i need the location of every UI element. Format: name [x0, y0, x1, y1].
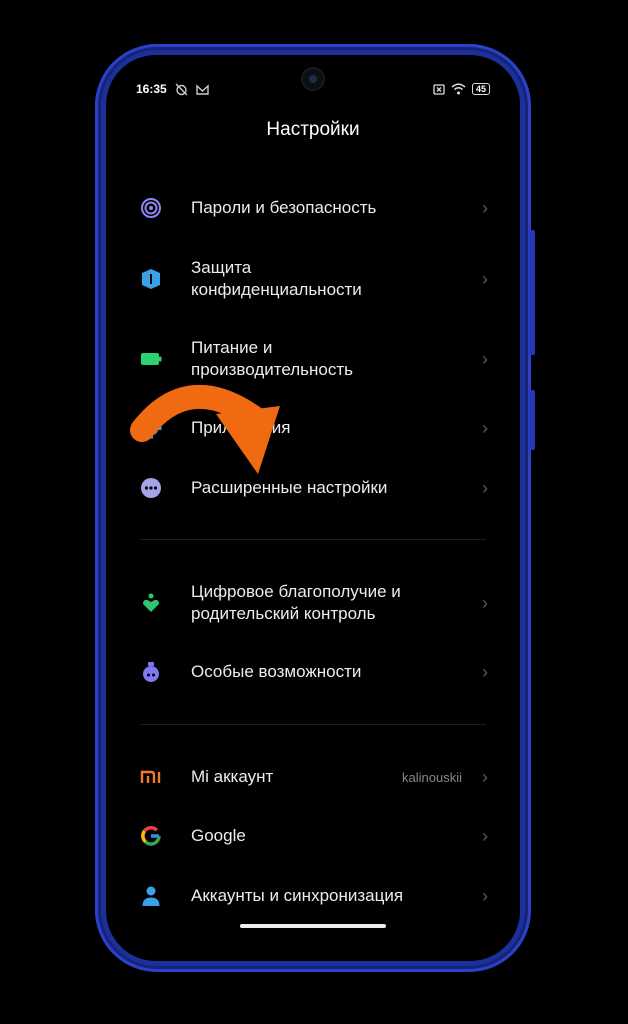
fingerprint-icon — [140, 197, 162, 219]
shield-icon — [140, 268, 162, 290]
settings-item-mi-account[interactable]: Mi аккаунт kalinouskii › — [106, 766, 520, 788]
chevron-right-icon: › — [482, 197, 488, 218]
google-icon — [140, 825, 162, 847]
chevron-right-icon: › — [482, 766, 488, 787]
status-bar: 16:35 45 — [136, 79, 490, 99]
item-label: Mi аккаунт — [191, 767, 274, 786]
mail-icon — [196, 83, 209, 95]
status-time: 16:35 — [136, 82, 167, 96]
section-divider — [140, 539, 486, 540]
alarm-off-icon — [175, 83, 188, 95]
item-label: Особые возможности — [191, 662, 362, 681]
battery-level: 45 — [471, 83, 490, 95]
sim-off-icon — [433, 83, 445, 95]
chevron-right-icon: › — [482, 477, 488, 498]
system-status-icons: 45 — [433, 83, 490, 95]
power-button — [529, 390, 535, 450]
settings-item-passwords[interactable]: Пароли и безопасность › — [106, 197, 520, 219]
chevron-right-icon: › — [482, 348, 488, 369]
settings-item-google[interactable]: Google › — [106, 825, 520, 847]
settings-item-accessibility[interactable]: Особые возможности › — [106, 661, 520, 683]
person-icon — [140, 885, 162, 907]
item-label: Google — [191, 826, 246, 845]
item-label: Цифровое благополучие и родительский кон… — [191, 582, 401, 623]
chevron-right-icon: › — [482, 661, 488, 682]
settings-item-privacy[interactable]: Защита конфиденциальности › — [106, 257, 520, 301]
chevron-right-icon: › — [482, 268, 488, 289]
settings-item-accounts-sync[interactable]: Аккаунты и синхронизация › — [106, 885, 520, 907]
item-label: Аккаунты и синхронизация — [191, 886, 404, 905]
mi-logo-icon — [140, 766, 162, 788]
chevron-right-icon: › — [482, 825, 488, 846]
volume-button — [529, 230, 535, 355]
accessibility-icon — [140, 661, 162, 683]
home-indicator[interactable] — [240, 924, 386, 928]
item-label: Пароли и безопасность — [191, 198, 377, 217]
page-title: Настройки — [266, 119, 360, 140]
chevron-right-icon: › — [482, 592, 488, 613]
account-name: kalinouskii — [402, 769, 462, 785]
wifi-icon — [451, 83, 466, 95]
phone-screen: 16:35 45 Настройки Пароли и безопасность… — [106, 55, 520, 961]
chevron-right-icon: › — [482, 885, 488, 906]
annotation-arrow-icon — [130, 384, 280, 474]
section-divider — [140, 724, 486, 725]
notification-icons — [175, 83, 209, 96]
item-label: Защита конфиденциальности — [191, 258, 362, 299]
chevron-right-icon: › — [482, 417, 488, 438]
wellbeing-icon — [140, 592, 162, 614]
settings-item-wellbeing[interactable]: Цифровое благополучие и родительский кон… — [106, 581, 520, 625]
